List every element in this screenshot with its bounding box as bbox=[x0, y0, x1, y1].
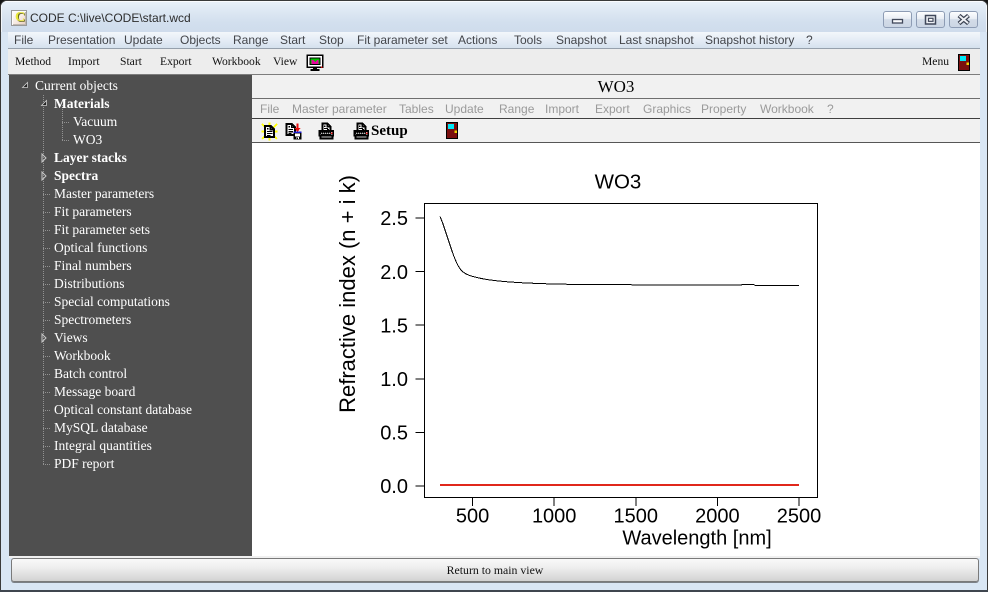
svg-text:500: 500 bbox=[456, 506, 489, 528]
svg-text:2500: 2500 bbox=[777, 506, 822, 528]
svg-text:0.0: 0.0 bbox=[380, 476, 408, 498]
svg-text:1000: 1000 bbox=[532, 506, 577, 528]
svg-text:WO3: WO3 bbox=[595, 171, 642, 194]
svg-text:1.0: 1.0 bbox=[380, 369, 408, 391]
svg-text:0.5: 0.5 bbox=[380, 423, 408, 445]
svg-text:1.5: 1.5 bbox=[380, 315, 408, 337]
svg-text:Refractive index (n + i k): Refractive index (n + i k) bbox=[335, 175, 360, 413]
svg-text:2.5: 2.5 bbox=[380, 208, 408, 230]
svg-text:Wavelength [nm]: Wavelength [nm] bbox=[622, 528, 771, 550]
svg-text:2000: 2000 bbox=[695, 506, 740, 528]
svg-text:1500: 1500 bbox=[614, 506, 659, 528]
svg-text:2.0: 2.0 bbox=[380, 262, 408, 284]
